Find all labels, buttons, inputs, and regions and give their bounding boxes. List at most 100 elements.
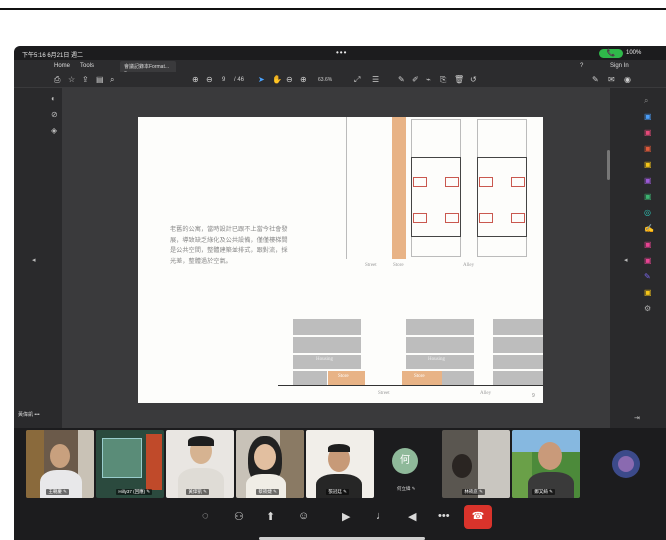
participant-name: 黃偉凱 ✎ [186, 489, 209, 495]
elevation-alley-label: Alley [480, 391, 492, 396]
scroll-icon[interactable]: ☰ [372, 75, 379, 84]
hand-icon[interactable]: ✋ [272, 75, 282, 84]
scan-icon[interactable]: ◎ [644, 208, 651, 217]
mail-icon[interactable]: ✉ [608, 75, 615, 84]
export-pdf-icon[interactable]: ▣ [644, 112, 652, 121]
self-view-label[interactable]: 黃偉凱 ••• [18, 411, 40, 418]
zoom-out-icon[interactable]: ⊖ [286, 75, 293, 84]
plan-label-street: Street [365, 263, 377, 268]
reaction-icon[interactable]: ☺ [298, 510, 309, 522]
participant-video-strip: 王朝慶 ✎ Hilly37 (回應) ✎ 黃偉凱 ✎ 蔡筱婕 ✎ 張冠廷 ✎ 何 [14, 428, 666, 500]
search-icon[interactable]: ⌕ [644, 96, 648, 106]
end-call-button[interactable]: ☎ [464, 505, 492, 529]
participant-tile[interactable]: 王朝慶 ✎ [26, 430, 94, 498]
participant-tile[interactable]: 蔡筱婕 ✎ [236, 430, 304, 498]
housing-label-right: Housing [428, 357, 445, 362]
pointer-icon[interactable]: ➤ [258, 75, 265, 84]
camera-off-icon[interactable]: ▶ [342, 510, 350, 523]
combine-icon[interactable]: ▣ [644, 176, 652, 185]
sign-in-link[interactable]: Sign In [610, 63, 629, 69]
chat-icon[interactable]: ◌ [202, 510, 209, 522]
zoom-in-icon[interactable]: ⊕ [300, 75, 307, 84]
status-time: 下午5:16 6月21日 週二 [22, 53, 84, 59]
participant-tile[interactable]: 鄭又綺 ✎ [512, 430, 580, 498]
participant-name: 王朝慶 ✎ [46, 489, 69, 495]
highlight-icon[interactable]: ⌁ [426, 75, 431, 84]
fit-icon[interactable]: ⤢ [354, 75, 360, 85]
plan-label-store: Store [393, 263, 404, 268]
create-pdf-icon[interactable]: ▣ [644, 128, 652, 137]
floor-plan-diagram: Street Store Alley [346, 117, 543, 268]
panel-toggle-icon[interactable]: ⇥ [634, 414, 640, 422]
share-icon[interactable]: ⬆ [266, 510, 275, 523]
page-up-icon[interactable]: ⊕ [192, 75, 199, 84]
account-icon[interactable]: ◉ [624, 75, 631, 84]
attachment-icon[interactable]: ⊘ [51, 110, 58, 119]
send-review-icon[interactable]: ▣ [644, 288, 652, 297]
page-total: / 46 [234, 77, 245, 83]
collapse-right-icon[interactable]: ◂ [624, 256, 628, 264]
participant-name: 鄭又綺 ✎ [532, 489, 555, 495]
participant-tile[interactable]: 張冠廷 ✎ [306, 430, 374, 498]
delete-icon[interactable]: 🗑 [454, 75, 464, 84]
protect-icon[interactable]: ▣ [644, 240, 652, 249]
layers-icon[interactable]: ◈ [51, 126, 57, 135]
page-down-icon[interactable]: ⊖ [206, 75, 213, 84]
right-tools-panel: ⌕ ▣ ▣ ▣ ▣ ▣ ▣ ◎ ✍ ▣ ▣ ✎ ▣ ⚙ ◂ ⇥ [610, 88, 666, 428]
page-caption: 老舊的公寓，當時設計已跟不上當今社會發展，導致缺乏綠化及公共設備，僅僅樓梯間是公… [170, 226, 288, 265]
left-sidebar: ◐ ⊘ ◈ ◂ [14, 88, 62, 428]
store-label-left: Store [338, 374, 349, 379]
participant-name: 何立緯 ✎ [397, 486, 416, 491]
store-label-right: Store [414, 374, 425, 379]
zoom-level[interactable]: 63.6% [318, 77, 332, 83]
pen-icon[interactable]: ✐ [412, 75, 419, 84]
print-icon[interactable]: ▤ [96, 75, 104, 84]
annotate-icon[interactable]: ✎ [592, 75, 599, 84]
prepare-form-icon[interactable]: ✎ [644, 272, 651, 281]
speaker-icon[interactable]: ◀ [408, 510, 416, 523]
more-tools-icon[interactable]: ⚙ [644, 304, 651, 313]
end-call-icon: ☎ [471, 511, 485, 522]
participant-name: Hilly37 (回應) ✎ [116, 489, 153, 495]
call-indicator-icon[interactable]: 📞 [599, 49, 623, 58]
participant-name: 蔡筱婕 ✎ [256, 489, 279, 495]
save-icon[interactable]: ⎙ [54, 75, 60, 85]
store-strip [392, 117, 406, 259]
tab-home[interactable]: Home [54, 63, 70, 69]
participant-tile[interactable]: 林筱庭 ✎ [442, 430, 510, 498]
document-viewport[interactable]: 老舊的公寓，當時設計已跟不上當今社會發展，導致缺乏綠化及公共設備，僅僅樓梯間是公… [62, 88, 610, 428]
battery-status: 100% [626, 50, 642, 56]
comment-tool-icon[interactable]: ▣ [644, 160, 652, 169]
stamp-icon[interactable]: ⎘ [440, 75, 446, 85]
star-icon[interactable]: ☆ [68, 75, 75, 84]
pdf-toolbar: ⎙ ☆ ⇪ ▤ ⌕ ⊕ ⊖ 9 / 46 ➤ ✋ ⊖ ⊕ 63.6% ⤢ ☰ ✎… [14, 72, 666, 88]
status-bar: 下午5:16 6月21日 週二 ••• 📞 100% [14, 46, 666, 60]
participant-tile[interactable]: 黃偉凱 ✎ [166, 430, 234, 498]
organize-icon[interactable]: ▣ [644, 192, 652, 201]
ipad-screen: 下午5:16 6月21日 週二 ••• 📞 100% Home Tools 會議… [14, 46, 666, 540]
undo-icon[interactable]: ↺ [470, 75, 477, 84]
collapse-left-icon[interactable]: ◂ [32, 256, 36, 264]
zoom-icon[interactable]: ⌕ [110, 75, 114, 85]
comment-icon[interactable]: ✎ [398, 75, 405, 84]
help-icon[interactable]: ? [580, 63, 583, 69]
participants-icon[interactable]: ⚇ [234, 510, 244, 523]
meeting-controls: ◌ ⚇ ⬆ ☺ ▶ ♩ ◀ ••• ☎ [14, 500, 666, 540]
page-current[interactable]: 9 [222, 77, 225, 83]
participant-tile[interactable]: Hilly37 (回應) ✎ [96, 430, 164, 498]
participant-name: 張冠廷 ✎ [326, 489, 349, 495]
multitask-dots[interactable]: ••• [336, 48, 347, 57]
tab-tools[interactable]: Tools [80, 63, 94, 69]
upload-icon[interactable]: ⇪ [82, 75, 89, 84]
participant-name: 林筱庭 ✎ [462, 489, 485, 495]
participant-avatar[interactable]: 何 [392, 448, 418, 474]
thumbnails-icon[interactable]: ◐ [51, 94, 56, 103]
edit-pdf-icon[interactable]: ▣ [644, 144, 652, 153]
page-number: 9 [532, 393, 535, 399]
mic-off-icon[interactable]: ♩ [376, 510, 387, 522]
more-icon[interactable]: ••• [438, 510, 450, 522]
participant-avatar-image[interactable] [612, 450, 640, 478]
fill-sign-icon[interactable]: ✍ [644, 224, 654, 233]
redact-icon[interactable]: ▣ [644, 256, 652, 265]
tab-document[interactable]: 會議記錄本Format... × [120, 61, 176, 76]
